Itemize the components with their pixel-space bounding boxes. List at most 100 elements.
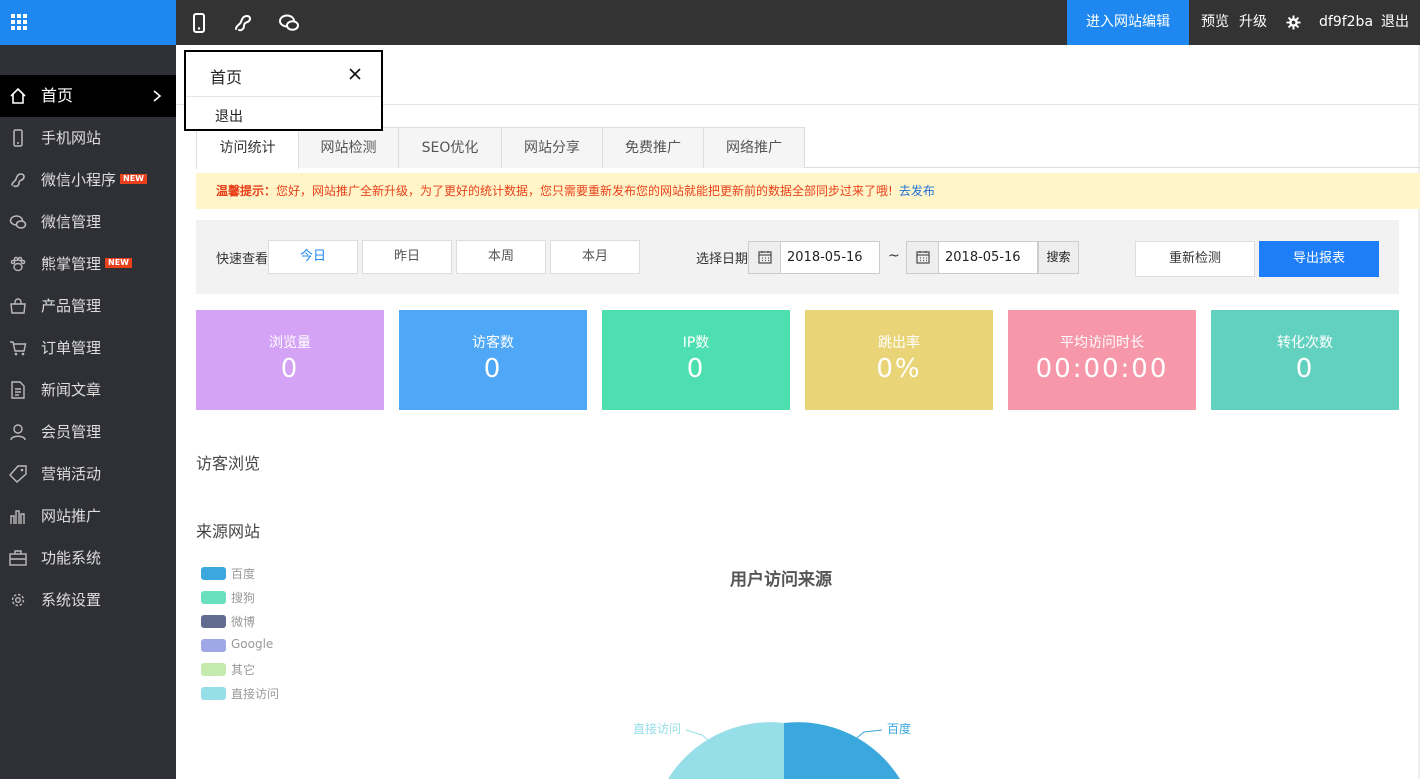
stat-value: 0 — [1295, 354, 1315, 384]
tab-seo[interactable]: SEO优化 — [398, 127, 502, 168]
stat-card-bounce-rate: 跳出率 0% — [805, 310, 993, 410]
tab-site-check[interactable]: 网站检测 — [298, 127, 399, 168]
yesterday-button[interactable]: 昨日 — [362, 240, 452, 274]
legend-swatch — [201, 591, 226, 604]
recheck-button[interactable]: 重新检测 — [1135, 241, 1255, 277]
new-badge: NEW — [120, 174, 147, 184]
pie-label-direct: 直接访问 — [633, 721, 681, 736]
preview-link[interactable]: 预览 — [1201, 0, 1229, 45]
stat-value: 0 — [483, 354, 503, 384]
end-date-field[interactable]: 2018-05-16 — [906, 241, 1038, 274]
home-popup-menu: 首页 退出 — [184, 50, 383, 131]
mobile-icon[interactable] — [188, 12, 210, 34]
username-link[interactable]: df9f2ba — [1319, 0, 1373, 45]
chat-icon — [9, 215, 27, 229]
sidebar-item-label: 网站推广 — [41, 507, 102, 525]
sidebar: 首页 手机网站 微信小程序 NEW 微信管理 熊掌管理 NEW 产品管理 订单管… — [0, 45, 176, 779]
quick-view-label: 快速查看 — [216, 252, 269, 267]
sidebar-item-label: 微信管理 — [41, 213, 102, 231]
end-date-value: 2018-05-16 — [945, 250, 1021, 265]
enter-site-editor-button[interactable]: 进入网站编辑 — [1067, 0, 1189, 45]
stat-card-avg-duration: 平均访问时长 00:00:00 — [1008, 310, 1196, 410]
sidebar-item-products[interactable]: 产品管理 — [0, 285, 176, 327]
sidebar-item-label: 产品管理 — [41, 297, 102, 315]
calendar-button[interactable] — [749, 242, 781, 273]
sidebar-item-label: 会员管理 — [41, 423, 102, 441]
popup-exit-item[interactable]: 退出 — [215, 106, 243, 126]
sidebar-item-settings[interactable]: 系统设置 — [0, 579, 176, 621]
tab-web-promotion[interactable]: 网络推广 — [703, 127, 805, 168]
today-button[interactable]: 今日 — [268, 240, 358, 274]
sidebar-item-mini-program[interactable]: 微信小程序 NEW — [0, 159, 176, 201]
export-report-button[interactable]: 导出报表 — [1259, 241, 1379, 277]
logout-link[interactable]: 退出 — [1381, 0, 1409, 45]
phone-icon — [13, 129, 23, 147]
tab-visit-stats[interactable]: 访问统计 — [196, 127, 299, 169]
stat-label: IP数 — [682, 335, 710, 351]
stat-label: 平均访问时长 — [1060, 335, 1144, 351]
top-bar: 进入网站编辑 预览 升级 df9f2ba 退出 — [0, 0, 1420, 45]
stat-value: 0% — [876, 354, 922, 384]
sidebar-item-home[interactable]: 首页 — [0, 75, 176, 117]
this-month-button[interactable]: 本月 — [550, 240, 640, 274]
legend-label: 微博 — [231, 615, 256, 629]
this-week-button[interactable]: 本周 — [456, 240, 546, 274]
search-button[interactable]: 搜索 — [1038, 241, 1079, 274]
stat-card-pageviews: 浏览量 0 — [196, 310, 384, 410]
pie-label-baidu: 百度 — [887, 721, 911, 736]
mini-program-icon[interactable] — [232, 12, 254, 34]
tab-site-share[interactable]: 网站分享 — [501, 127, 603, 168]
sidebar-item-wechat[interactable]: 微信管理 — [0, 201, 176, 243]
tag-icon — [9, 465, 27, 483]
wechat-icon[interactable] — [278, 12, 300, 34]
upgrade-link[interactable]: 升级 — [1239, 0, 1267, 45]
bag-icon — [10, 298, 26, 314]
legend-swatch — [201, 615, 226, 628]
publish-link[interactable]: 去发布 — [899, 184, 935, 198]
apps-grid-icon[interactable] — [11, 14, 27, 30]
legend-label: 直接访问 — [231, 687, 280, 701]
notice-text: 您好，网站推广全新升级，为了更好的统计数据，您只需要重新发布您的网站就能把更新前… — [276, 184, 893, 198]
notice-prefix: 温馨提示： — [216, 184, 277, 198]
sidebar-item-label: 微信小程序 NEW — [41, 159, 147, 201]
legend-label: Google — [231, 637, 274, 651]
paw-icon — [10, 256, 26, 272]
sidebar-item-label: 营销活动 — [41, 465, 102, 483]
sidebar-item-members[interactable]: 会员管理 — [0, 411, 176, 453]
close-icon[interactable] — [349, 68, 361, 80]
cart-icon — [10, 341, 27, 356]
calendar-icon — [916, 251, 930, 264]
sidebar-item-bear-paw[interactable]: 熊掌管理 NEW — [0, 243, 176, 285]
source-sites-title: 来源网站 — [196, 522, 261, 541]
sidebar-item-orders[interactable]: 订单管理 — [0, 327, 176, 369]
pie-slice-direct — [668, 722, 784, 779]
gear-icon — [11, 593, 25, 607]
date-separator: ~ — [888, 248, 900, 264]
calendar-button[interactable] — [907, 242, 939, 273]
logo-area[interactable] — [0, 0, 176, 45]
bar-chart-icon — [10, 510, 25, 524]
sidebar-item-function-system[interactable]: 功能系统 — [0, 537, 176, 579]
legend-label: 其它 — [231, 663, 256, 677]
tab-free-promotion[interactable]: 免费推广 — [602, 127, 704, 168]
legend-swatch — [201, 663, 226, 676]
settings-gear-icon[interactable] — [1286, 15, 1301, 30]
stat-label: 浏览量 — [269, 335, 311, 351]
source-pie-chart: 直接访问 百度 — [633, 721, 911, 779]
start-date-field[interactable]: 2018-05-16 — [748, 241, 880, 274]
sidebar-item-label: 手机网站 — [41, 129, 102, 147]
sidebar-item-news[interactable]: 新闻文章 — [0, 369, 176, 411]
stat-label: 访客数 — [472, 335, 514, 351]
sidebar-item-label: 新闻文章 — [41, 381, 102, 399]
sidebar-item-label: 功能系统 — [41, 549, 102, 567]
user-icon — [10, 424, 26, 441]
sidebar-item-marketing[interactable]: 营销活动 — [0, 453, 176, 495]
sidebar-item-promotion[interactable]: 网站推广 — [0, 495, 176, 537]
sidebar-item-mobile-site[interactable]: 手机网站 — [0, 117, 176, 159]
pie-slice-baidu — [784, 722, 900, 779]
sidebar-item-label: 系统设置 — [41, 591, 102, 609]
filter-panel: 快速查看 今日 昨日 本周 本月 选择日期 2018-05-16 ~ 2018-… — [196, 220, 1399, 294]
new-badge: NEW — [105, 258, 132, 268]
legend-swatch — [201, 687, 226, 700]
legend-swatch — [201, 639, 226, 652]
